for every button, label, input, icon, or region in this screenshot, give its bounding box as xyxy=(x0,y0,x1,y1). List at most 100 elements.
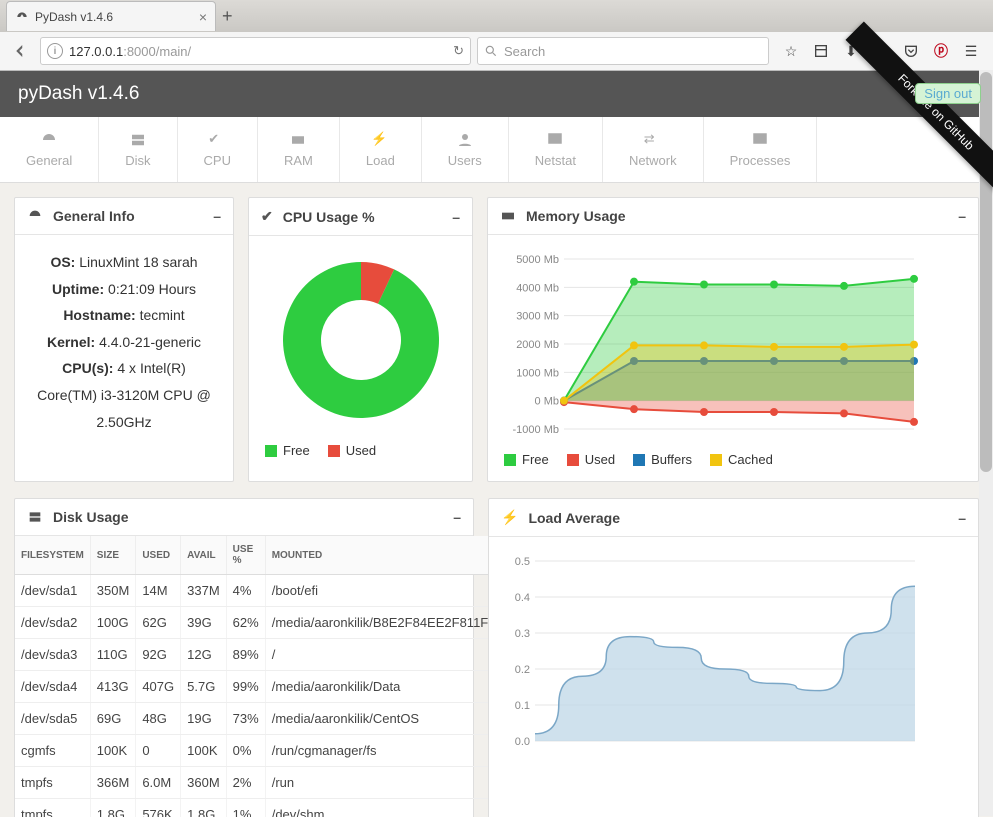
collapse-icon[interactable]: – xyxy=(958,510,966,526)
cell: 337M xyxy=(181,575,227,607)
menu-icon[interactable]: ☰ xyxy=(961,41,981,61)
table-row: /dev/sda1350M14M337M4%/boot/efi xyxy=(15,575,504,607)
tab-label: Load xyxy=(366,153,395,168)
label: Uptime: xyxy=(52,281,104,297)
tab-load[interactable]: ⚡Load xyxy=(340,117,422,182)
disk-table: FILESYSTEM SIZE USED AVAIL USE % MOUNTED… xyxy=(15,536,505,817)
cell: cgmfs xyxy=(15,735,90,767)
label: Hostname: xyxy=(63,307,135,323)
svg-text:0.1: 0.1 xyxy=(515,700,530,712)
cell: 407G xyxy=(136,671,181,703)
cell: 0 xyxy=(136,735,181,767)
svg-text:0.3: 0.3 xyxy=(515,628,530,640)
legend-label: Free xyxy=(522,452,549,467)
search-placeholder: Search xyxy=(504,44,545,59)
table-row: /dev/sda569G48G19G73%/media/aaronkilik/C… xyxy=(15,703,504,735)
cell: 69G xyxy=(90,703,136,735)
sign-out-link[interactable]: Sign out xyxy=(915,83,981,104)
url-bar[interactable]: i 127.0.0.1:8000/main/ ↻ xyxy=(40,37,471,65)
cell: 6.0M xyxy=(136,767,181,799)
search-icon xyxy=(484,44,498,58)
cell: 48G xyxy=(136,703,181,735)
tab-cpu[interactable]: ✔CPU xyxy=(178,117,258,182)
panel-title: Load Average xyxy=(528,510,620,526)
cell: /dev/shm xyxy=(265,799,504,817)
browser-toolbar: i 127.0.0.1:8000/main/ ↻ Search ☆ ⬇ ⌂ ⓟ … xyxy=(0,32,993,70)
cpu-donut-chart xyxy=(271,250,451,430)
legend-swatch xyxy=(504,454,516,466)
reload-icon[interactable]: ↻ xyxy=(453,43,464,59)
browser-chrome: PyDash v1.4.6 × + i 127.0.0.1:8000/main/… xyxy=(0,0,993,71)
star-icon[interactable]: ☆ xyxy=(781,41,801,61)
cell: 89% xyxy=(226,639,265,671)
cell: /dev/sda1 xyxy=(15,575,90,607)
svg-text:3000 Mb: 3000 Mb xyxy=(516,311,559,323)
tab-general[interactable]: General xyxy=(0,117,99,182)
tab-label: RAM xyxy=(284,153,313,168)
scrollbar-thumb[interactable] xyxy=(980,72,992,472)
legend-swatch xyxy=(710,454,722,466)
panel-disk-usage: Disk Usage – FILESYSTEM SIZE USED AVAIL … xyxy=(14,498,474,817)
library-icon[interactable] xyxy=(811,41,831,61)
panel-general-info: General Info – OS: LinuxMint 18 sarah Up… xyxy=(14,197,234,482)
url-path: :8000/main/ xyxy=(123,44,191,59)
legend-label: Buffers xyxy=(651,452,692,467)
memory-icon xyxy=(500,208,516,224)
app-title: pyDash v1.4.6 xyxy=(18,83,139,105)
panel-title: CPU Usage % xyxy=(283,209,375,225)
pocket-icon[interactable] xyxy=(901,41,921,61)
cell: 110G xyxy=(90,639,136,671)
cell: 62G xyxy=(136,607,181,639)
pinterest-icon[interactable]: ⓟ xyxy=(931,41,951,61)
tab-processes[interactable]: Processes xyxy=(704,117,818,182)
browser-tab[interactable]: PyDash v1.4.6 × xyxy=(6,1,216,31)
svg-text:0 Mb: 0 Mb xyxy=(535,396,559,408)
panel-title: General Info xyxy=(53,208,135,224)
tab-ram[interactable]: RAM xyxy=(258,117,340,182)
tab-users[interactable]: Users xyxy=(422,117,509,182)
cell: tmpfs xyxy=(15,799,90,817)
dashboard-icon xyxy=(27,208,43,224)
th: MOUNTED xyxy=(265,536,504,575)
collapse-icon[interactable]: – xyxy=(958,208,966,224)
cell: 0% xyxy=(226,735,265,767)
search-bar[interactable]: Search xyxy=(477,37,769,65)
tab-title: PyDash v1.4.6 xyxy=(35,10,113,24)
table-row: tmpfs1.8G576K1.8G1%/dev/shm xyxy=(15,799,504,817)
cell: 576K xyxy=(136,799,181,817)
collapse-icon[interactable]: – xyxy=(213,208,221,224)
tab-bar: PyDash v1.4.6 × + xyxy=(0,0,993,32)
cell: /media/aaronkilik/Data xyxy=(265,671,504,703)
legend-swatch xyxy=(265,445,277,457)
svg-text:0.2: 0.2 xyxy=(515,664,530,676)
cell: 1.8G xyxy=(181,799,227,817)
check-icon: ✔ xyxy=(261,208,273,225)
cell: / xyxy=(265,639,504,671)
cell: /dev/sda3 xyxy=(15,639,90,671)
cell: 350M xyxy=(90,575,136,607)
url-host: 127.0.0.1 xyxy=(69,44,123,59)
th: SIZE xyxy=(90,536,136,575)
tab-disk[interactable]: Disk xyxy=(99,117,177,182)
close-icon[interactable]: × xyxy=(199,9,207,25)
collapse-icon[interactable]: – xyxy=(452,209,460,225)
cell: 366M xyxy=(90,767,136,799)
dashboard-icon xyxy=(15,10,29,24)
svg-text:4000 Mb: 4000 Mb xyxy=(516,282,559,294)
tab-label: Users xyxy=(448,153,482,168)
table-row: /dev/sda2100G62G39G62%/media/aaronkilik/… xyxy=(15,607,504,639)
back-button[interactable] xyxy=(6,37,34,65)
svg-text:0.4: 0.4 xyxy=(515,592,530,604)
cell: /run/cgmanager/fs xyxy=(265,735,504,767)
svg-text:1000 Mb: 1000 Mb xyxy=(516,367,559,379)
svg-text:0.5: 0.5 xyxy=(515,556,530,568)
tab-network[interactable]: ⇄Network xyxy=(603,117,704,182)
info-icon[interactable]: i xyxy=(47,43,63,59)
flash-icon: ⚡ xyxy=(501,509,518,526)
cell: 100K xyxy=(181,735,227,767)
new-tab-button[interactable]: + xyxy=(222,6,233,27)
collapse-icon[interactable]: – xyxy=(453,509,461,525)
tab-label: General xyxy=(26,153,72,168)
th: USE % xyxy=(226,536,265,575)
tab-netstat[interactable]: Netstat xyxy=(509,117,603,182)
